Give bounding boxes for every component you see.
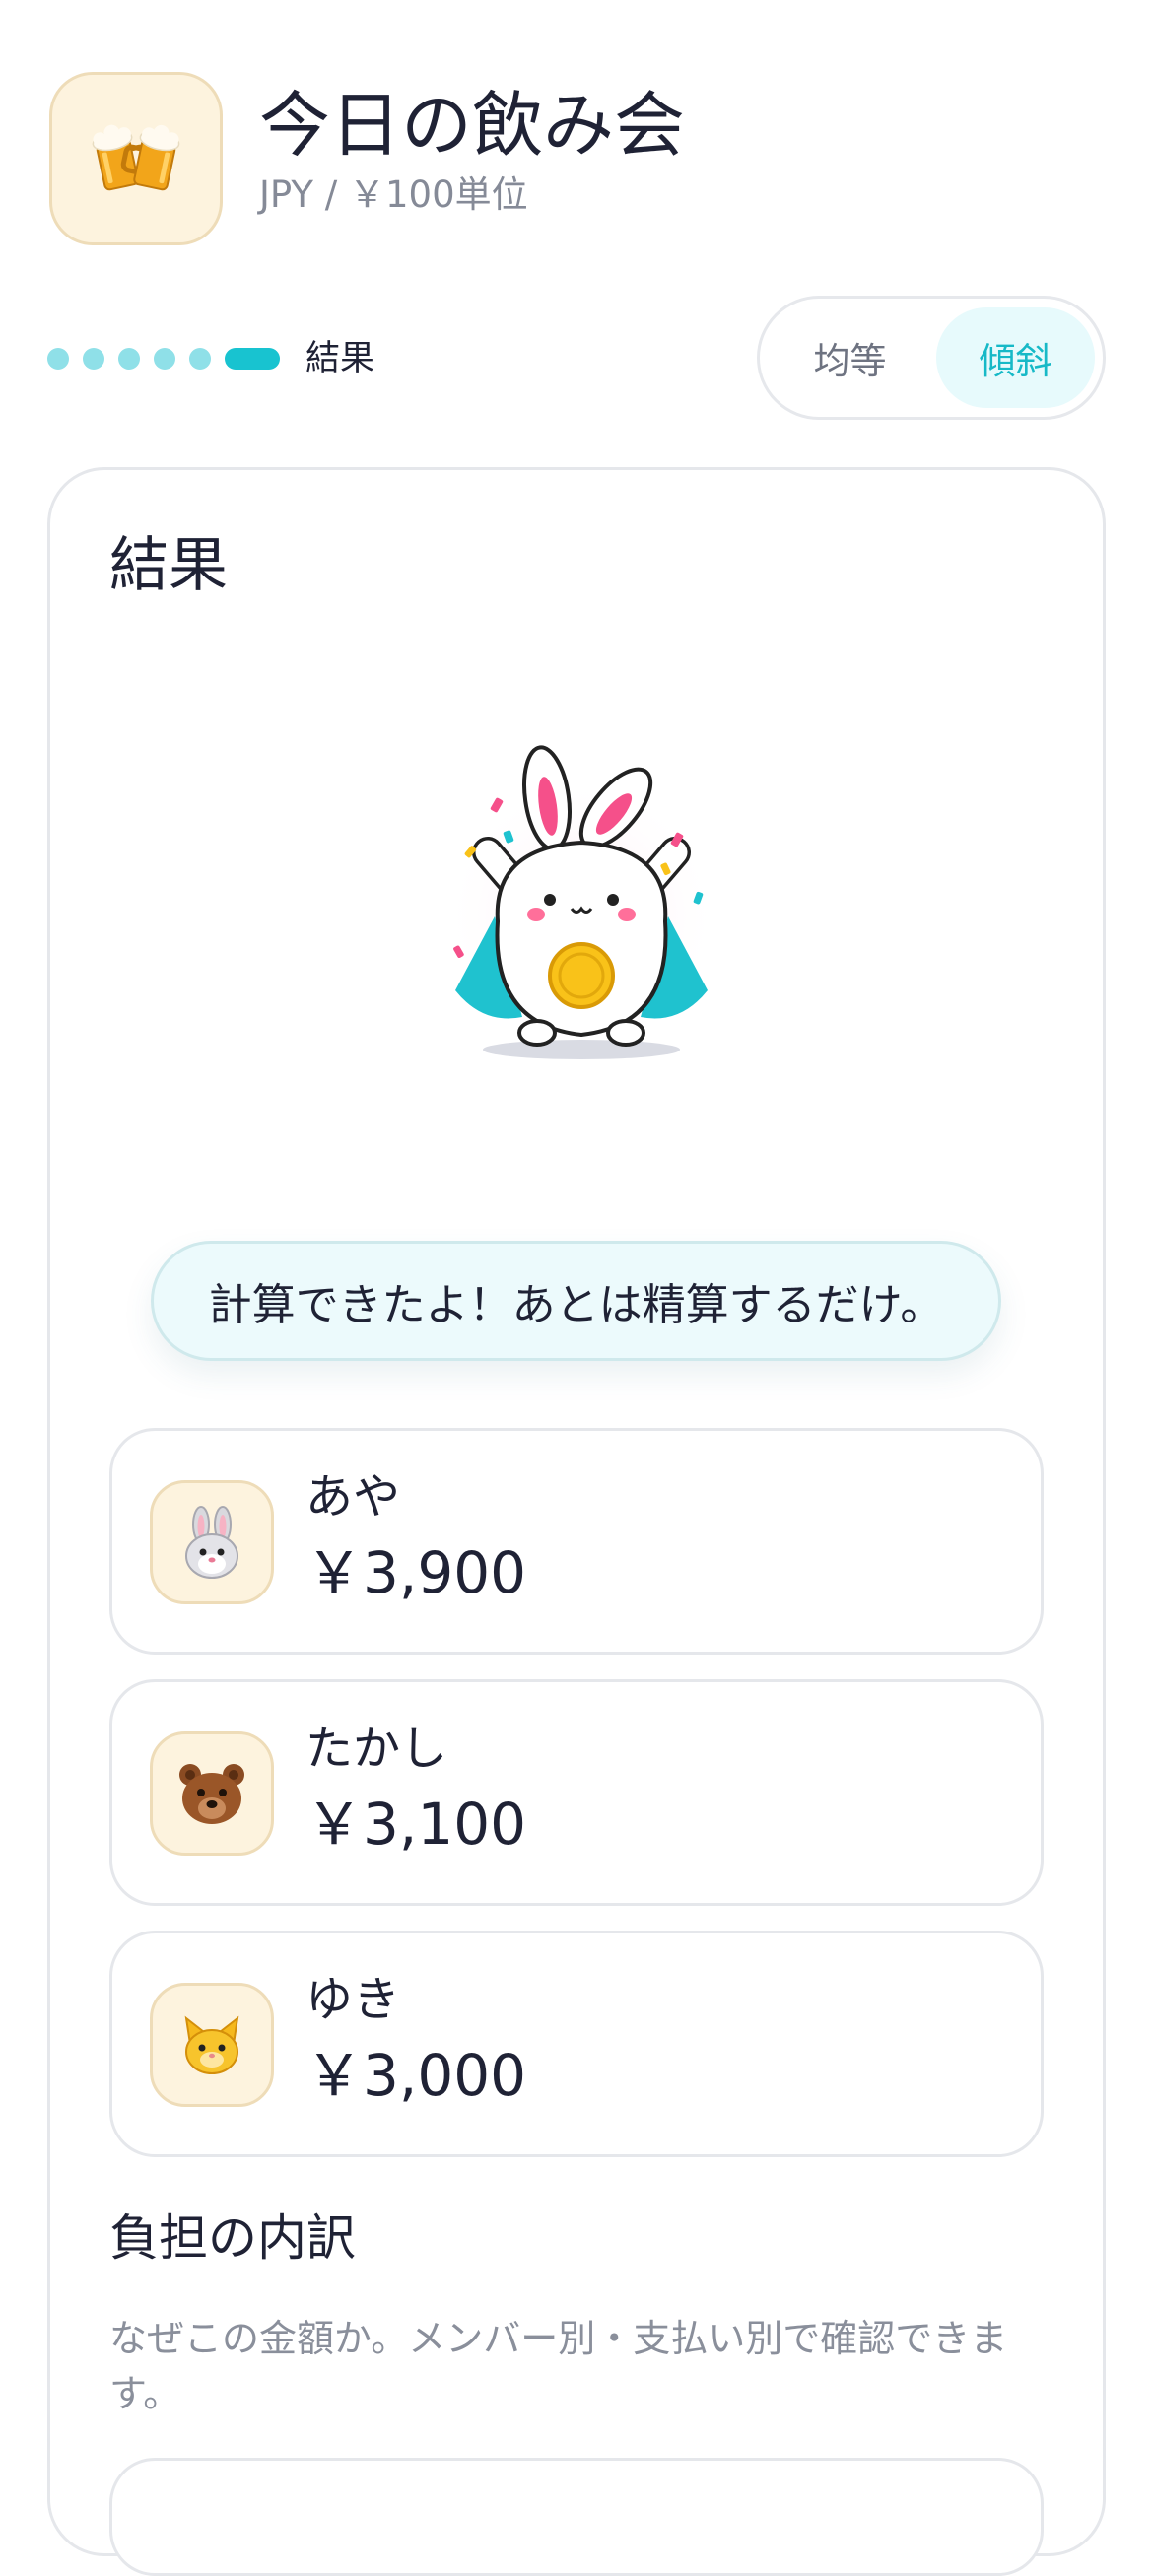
step-label: 結果 bbox=[305, 339, 375, 378]
person-amount: ￥3,100 bbox=[305, 1791, 527, 1858]
toggle-weighted[interactable]: 傾斜 bbox=[936, 307, 1095, 408]
split-mode-toggle: 均等 傾斜 bbox=[757, 296, 1106, 420]
avatar bbox=[150, 1480, 274, 1604]
breakdown-card[interactable] bbox=[109, 2458, 1044, 2576]
toggle-equal[interactable]: 均等 bbox=[769, 307, 931, 408]
step-dot bbox=[154, 348, 175, 370]
page-title: 今日の飲み会 bbox=[259, 84, 686, 167]
step-progress: 結果 bbox=[47, 340, 374, 377]
person-row-yuki[interactable]: ゆき ￥3,000 bbox=[109, 1931, 1044, 2157]
avatar bbox=[150, 1983, 274, 2107]
avatar bbox=[150, 1731, 274, 1856]
person-amount: ￥3,900 bbox=[305, 1539, 527, 1606]
step-dot-current bbox=[225, 348, 280, 370]
beer-mugs-icon bbox=[92, 124, 180, 191]
breakdown-title: 負担の内訳 bbox=[109, 2209, 356, 2267]
breakdown-description: なぜこの金額か。メンバー別・支払い別で確認できます。 bbox=[109, 2317, 1008, 2415]
person-row-aya[interactable]: あや ￥3,900 bbox=[109, 1428, 1044, 1655]
step-dot bbox=[189, 348, 211, 370]
step-dot bbox=[118, 348, 140, 370]
rabbit-icon bbox=[185, 1506, 238, 1579]
person-name: ゆき bbox=[305, 1972, 401, 2027]
person-amount: ￥3,000 bbox=[305, 2042, 527, 2109]
cat-icon bbox=[184, 2015, 239, 2074]
result-message-bubble: 計算できたよ！あとは精算するだけ。 bbox=[151, 1241, 1001, 1361]
step-dot bbox=[47, 348, 69, 370]
result-title: 結果 bbox=[109, 531, 228, 600]
app-icon bbox=[49, 72, 223, 245]
rabbit-mascot-illustration bbox=[443, 745, 715, 1059]
person-name: たかし bbox=[305, 1721, 448, 1776]
person-name: あや bbox=[305, 1469, 401, 1525]
step-dot bbox=[83, 348, 104, 370]
person-row-takashi[interactable]: たかし ￥3,100 bbox=[109, 1679, 1044, 1906]
bear-icon bbox=[179, 1764, 244, 1824]
currency-subtitle: JPY / ￥100単位 bbox=[259, 173, 528, 216]
